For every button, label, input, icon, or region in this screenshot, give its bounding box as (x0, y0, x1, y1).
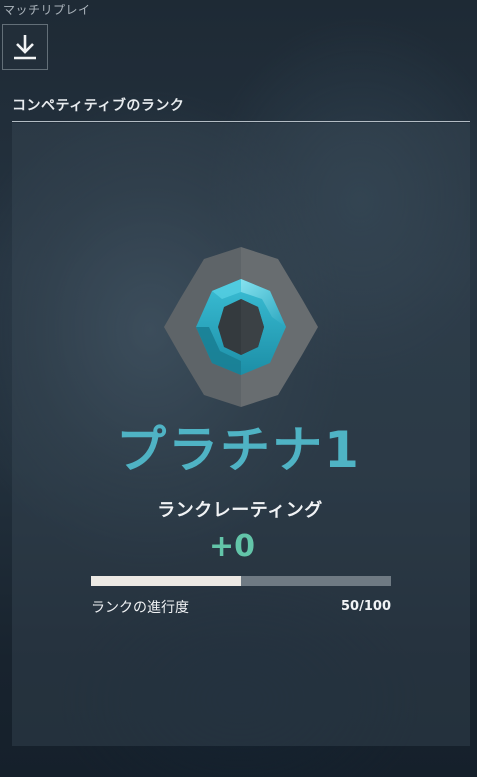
download-button[interactable] (2, 24, 48, 70)
section-divider (12, 121, 470, 122)
rank-progress-bar (91, 576, 391, 586)
rank-name: プラチナ1 (116, 421, 361, 479)
download-icon (14, 35, 36, 60)
section-title: コンペティティブのランク (12, 98, 185, 114)
rank-rating-change: +0 (208, 529, 255, 564)
rank-rating-label: ランクレーティング (157, 500, 323, 521)
rank-progress-fill (91, 576, 241, 586)
app-title: マッチリプレイ (3, 3, 91, 17)
rank-progress-label: ランクの進行度 (91, 600, 189, 616)
platinum-rank-icon (164, 247, 318, 407)
rank-progress-value: 50/100 (341, 599, 391, 614)
